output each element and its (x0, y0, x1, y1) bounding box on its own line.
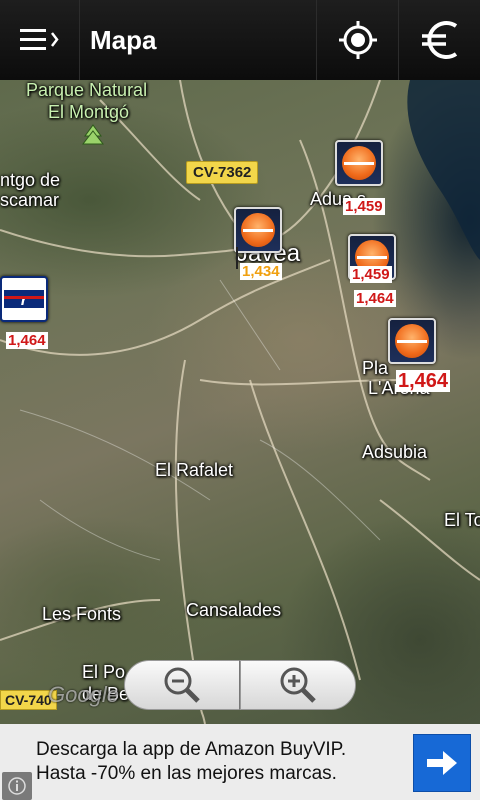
zoom-in-icon (280, 667, 316, 703)
map-view[interactable]: Parque Natural El Montgó CV-7362 ntgo de… (0, 80, 480, 724)
station-price: 1,434 (240, 263, 282, 280)
my-location-icon (338, 21, 377, 59)
currency-button[interactable] (398, 0, 480, 80)
zoom-in-button[interactable] (240, 660, 356, 710)
place-label-el-pou-1: El Po (82, 662, 126, 682)
my-location-button[interactable] (316, 0, 398, 80)
place-label-les-fonts: Les Fonts (42, 604, 122, 624)
menu-button[interactable] (0, 0, 80, 80)
station-marker[interactable]: r 1,464 (0, 276, 48, 349)
station-price: 1,464 (6, 332, 48, 349)
place-label-playa-1: Pla (362, 358, 389, 378)
road-label-cv7362: CV-7362 (186, 161, 259, 184)
google-attribution: Google (48, 682, 119, 707)
page-title: Mapa (90, 24, 157, 55)
marker-stick (236, 247, 238, 269)
place-label-el-tos: El To (444, 510, 480, 530)
place-label-el-rafalet: El Rafalet (155, 460, 234, 480)
place-label-montgo-escamar-2: scamar (0, 190, 60, 210)
station-price: 1,459 (343, 198, 385, 215)
place-label-montgo: El Montgó (48, 102, 130, 122)
svg-text:r: r (21, 292, 28, 309)
euro-icon (421, 21, 457, 59)
repsol-logo-icon (234, 207, 282, 253)
station-marker[interactable]: 1,434 (234, 207, 282, 280)
ad-line-2: Hasta -70% en las mejores marcas. (36, 763, 337, 784)
zoom-out-button[interactable] (124, 660, 240, 710)
ad-info-button[interactable] (2, 772, 32, 800)
zoom-controls (124, 660, 356, 710)
zoom-out-icon (164, 667, 200, 703)
app-screen: Mapa Parque Natural El Montgó CV-7362 nt… (0, 0, 480, 800)
station-marker[interactable]: 1,459 (335, 140, 385, 215)
place-label-cansalades: Cansalades (186, 600, 282, 620)
place-label-parque: Parque Natural (26, 80, 148, 100)
repsol-logo-icon (388, 318, 436, 364)
menu-drawer-icon (19, 29, 59, 50)
petrol-brand-logo-icon: r (0, 276, 48, 322)
station-marker[interactable]: 1,464 (388, 318, 451, 392)
station-price: 1,464 (396, 370, 451, 392)
place-label-adsubia: Adsubia (362, 442, 428, 462)
arrow-right-icon (427, 751, 457, 775)
ad-arrow-button[interactable] (413, 734, 471, 792)
place-label-montgo-escamar-1: ntgo de (0, 170, 61, 190)
ad-text: Descarga la app de Amazon BuyVIP. Hasta … (36, 738, 346, 786)
station-price: 1,464 (354, 290, 396, 307)
repsol-logo-icon (335, 140, 383, 186)
action-bar: Mapa (0, 0, 480, 80)
info-icon (8, 777, 26, 795)
park-icon (82, 124, 104, 145)
station-price: 1,459 (350, 266, 392, 283)
station-marker[interactable]: 1,459 1,464 (348, 234, 396, 307)
ad-line-1: Descarga la app de Amazon BuyVIP. (36, 739, 347, 760)
ad-banner[interactable]: Descarga la app de Amazon BuyVIP. Hasta … (0, 724, 480, 800)
